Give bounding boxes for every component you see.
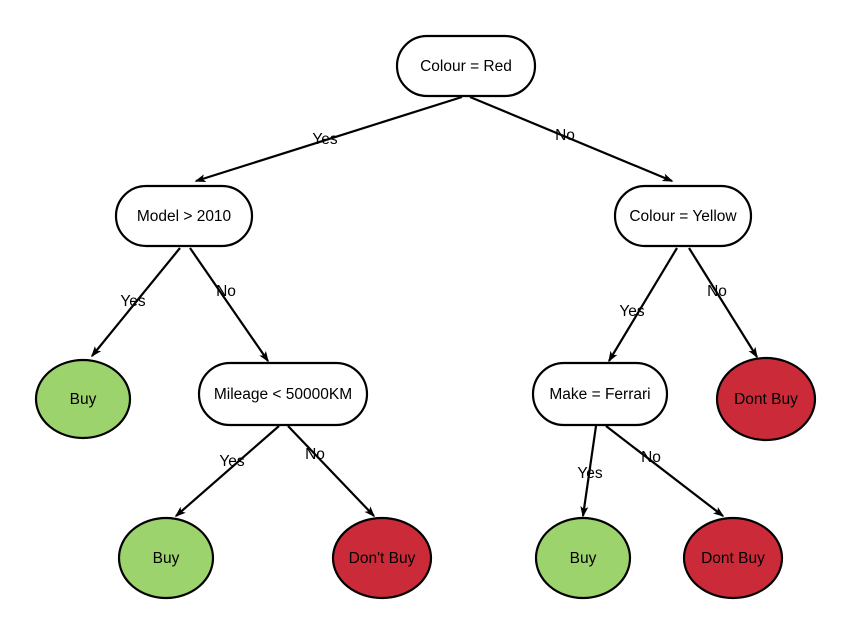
node-label: Colour = Yellow [629, 208, 737, 225]
edge-label-no: No [555, 127, 575, 144]
tree-node-dontbuy_r1[interactable]: Dont Buy [715, 356, 817, 442]
node-label: Mileage < 50000KM [214, 386, 352, 403]
decision-tree-canvas: Yes No Yes No Yes No Yes No Yes No Colour = Red Mo… [34, 34, 817, 600]
tree-edge [174, 425, 280, 517]
edge-label-yes: Yes [577, 465, 603, 482]
tree-node-mileage[interactable]: Mileage < 50000KM [197, 361, 369, 427]
tree-node-buy_r2[interactable]: Buy [534, 516, 632, 600]
tree-edge [605, 425, 725, 517]
edge-label-no: No [305, 446, 325, 463]
tree-node-dontbuy_l2[interactable]: Don't Buy [331, 516, 433, 600]
tree-edge [189, 247, 269, 363]
tree-node-buy_l1[interactable]: Buy [34, 358, 132, 440]
node-label: Buy [570, 550, 597, 567]
node-label: Colour = Red [420, 58, 512, 75]
edge-label-yes: Yes [219, 453, 245, 470]
node-label: Don't Buy [349, 550, 416, 567]
node-label: Dont Buy [734, 391, 798, 408]
edge-label-no: No [707, 283, 727, 300]
node-label: Model > 2010 [137, 208, 232, 225]
nodes-layer: Colour = Red Model > 2010 Colour = Yellow B… [34, 34, 817, 600]
node-label: Buy [153, 550, 180, 567]
node-label: Make = Ferrari [549, 386, 650, 403]
edge-label-yes: Yes [312, 131, 338, 148]
edge-label-yes: Yes [120, 293, 146, 310]
edge-label-yes: Yes [619, 303, 645, 320]
edge-labels-layer: Yes No Yes No Yes No Yes No Yes No [120, 127, 727, 482]
tree-node-dontbuy_r2[interactable]: Dont Buy [682, 516, 784, 600]
edge-label-no: No [641, 449, 661, 466]
tree-edge [287, 425, 376, 518]
decision-tree-diagram: Yes No Yes No Yes No Yes No Yes No Colour = Red Mo… [0, 0, 850, 633]
tree-node-root[interactable]: Colour = Red [395, 34, 537, 98]
tree-edge [688, 247, 758, 359]
node-label: Dont Buy [701, 550, 765, 567]
tree-node-colour_yellow[interactable]: Colour = Yellow [613, 184, 753, 248]
tree-node-model_2010[interactable]: Model > 2010 [114, 184, 254, 248]
tree-node-make_ferrari[interactable]: Make = Ferrari [531, 361, 669, 427]
node-label: Buy [70, 391, 97, 408]
tree-node-buy_l2[interactable]: Buy [117, 516, 215, 600]
edge-label-no: No [216, 283, 236, 300]
